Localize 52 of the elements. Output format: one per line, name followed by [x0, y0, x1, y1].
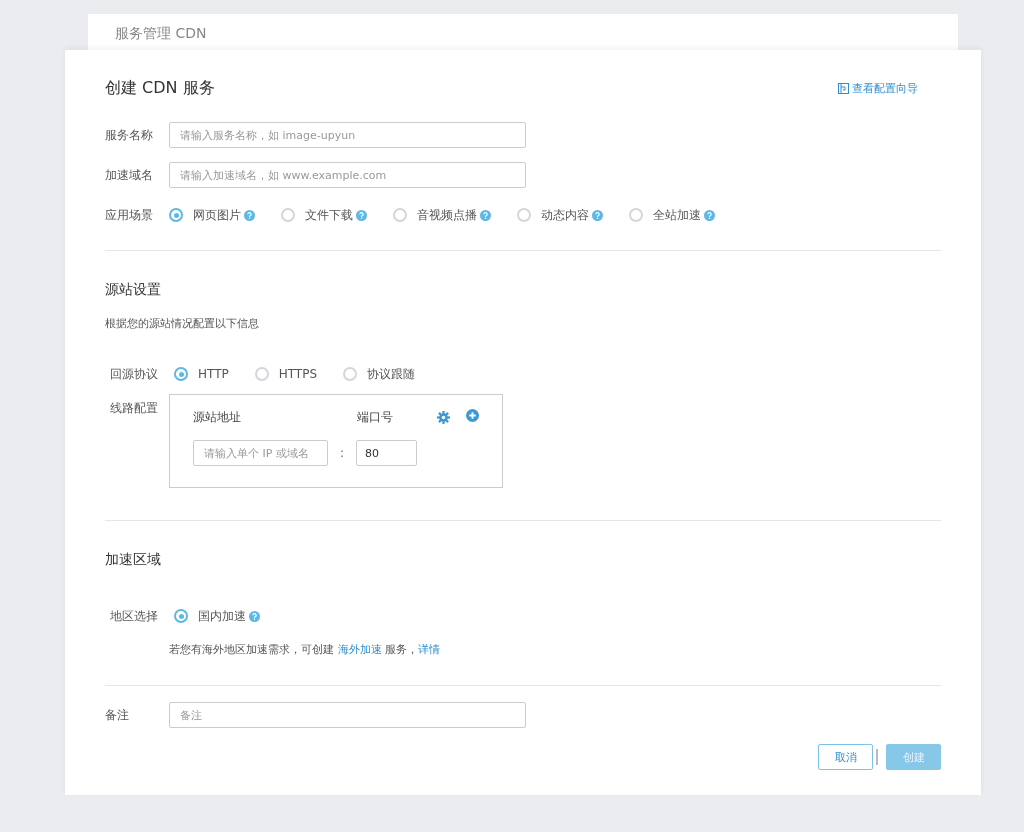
- field-label: 服务名称: [105, 126, 154, 144]
- field-label: 回源协议: [110, 365, 159, 383]
- field-label: 地区选择: [110, 607, 159, 625]
- region-note: 若您有海外地区加速需求，可创建 海外加速 服务，详情: [169, 642, 441, 657]
- guide-link[interactable]: 查看配置向导: [852, 80, 918, 96]
- help-icon: [244, 209, 255, 221]
- form-title: 创建 CDN 服务: [105, 77, 215, 99]
- radio-button[interactable]: [343, 367, 358, 381]
- port-separator: :: [340, 446, 345, 460]
- radio-label: 国内加速: [198, 607, 246, 625]
- remark-field[interactable]: 备注: [169, 702, 526, 728]
- radio-button[interactable]: [169, 208, 183, 222]
- field-label: 备注: [105, 706, 130, 724]
- service-name-field[interactable]: 请输入服务名称，如 image-upyun: [169, 122, 526, 148]
- help-icon: [249, 610, 260, 622]
- document-icon: [838, 82, 849, 94]
- field-label: 线路配置: [110, 400, 159, 417]
- origin-address-field[interactable]: 请输入单个 IP 或域名: [193, 440, 328, 466]
- page-breadcrumb: 服务管理 CDN: [115, 25, 207, 41]
- radio-button[interactable]: [393, 208, 407, 222]
- radio-button[interactable]: [254, 367, 269, 381]
- help-icon: [480, 209, 491, 221]
- radio-label: HTTP: [198, 367, 229, 381]
- details-link[interactable]: 详情: [418, 643, 440, 656]
- radio-label: 动态内容: [541, 206, 589, 224]
- radio-button[interactable]: [281, 208, 295, 222]
- domain-field[interactable]: 请输入加速域名，如 www.example.com: [169, 162, 526, 188]
- radio-button[interactable]: [629, 208, 643, 222]
- radio-button[interactable]: [517, 208, 531, 222]
- radio-label: 网页图片: [193, 206, 241, 224]
- radio-label: HTTPS: [278, 367, 318, 381]
- column-header: 端口号: [357, 409, 394, 426]
- overseas-link[interactable]: 海外加速: [337, 643, 382, 656]
- field-label: 加速域名: [105, 166, 154, 184]
- help-icon: [356, 209, 367, 221]
- section-title: 源站设置: [105, 281, 162, 299]
- radio-label: 全站加速: [653, 206, 701, 224]
- help-icon: [592, 209, 603, 221]
- radio-label: 音视频点播: [417, 206, 477, 224]
- radio-label: 文件下载: [305, 206, 353, 224]
- radio-button[interactable]: [174, 609, 188, 623]
- add-icon[interactable]: [466, 409, 479, 422]
- cancel-button[interactable]: 取消: [818, 744, 873, 770]
- column-header: 源站地址: [193, 409, 242, 426]
- radio-label: 协议跟随: [367, 365, 416, 383]
- section-title: 加速区域: [105, 551, 162, 569]
- port-field[interactable]: 80: [356, 440, 418, 466]
- section-description: 根据您的源站情况配置以下信息: [105, 316, 260, 331]
- settings-icon[interactable]: [437, 411, 450, 424]
- help-icon: [704, 209, 715, 221]
- field-label: 应用场景: [105, 206, 154, 224]
- radio-button[interactable]: [174, 367, 188, 381]
